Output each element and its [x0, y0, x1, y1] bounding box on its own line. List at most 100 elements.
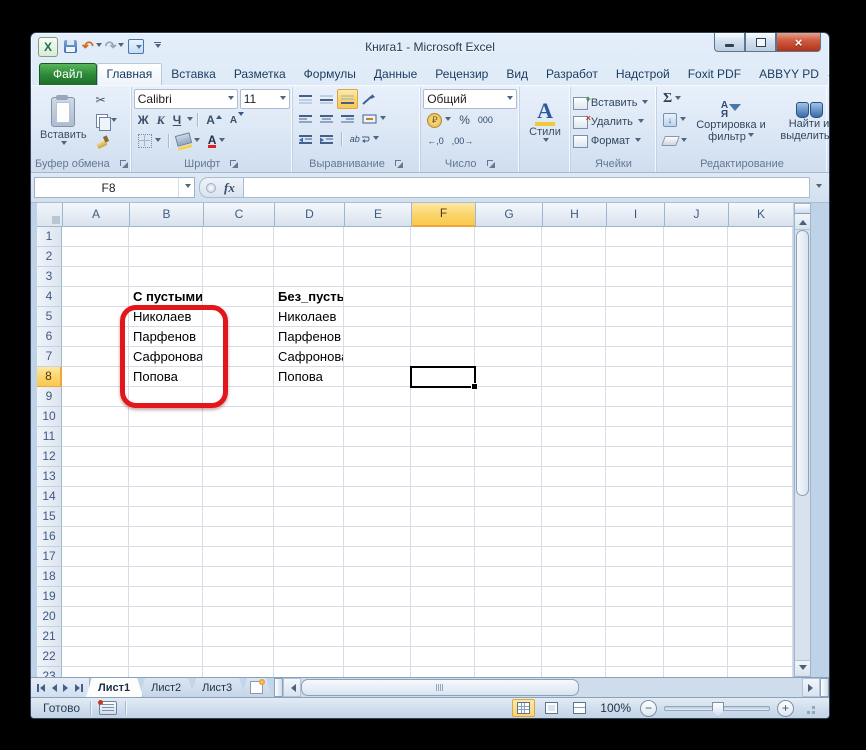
ribbon-tab-файл[interactable]: Файл	[39, 63, 97, 85]
align-middle-button[interactable]	[316, 89, 337, 109]
insert-sheet-tab[interactable]	[241, 678, 272, 697]
cell-I20[interactable]	[606, 607, 664, 627]
column-header-F[interactable]: F	[412, 203, 476, 227]
cell-B16[interactable]	[129, 527, 203, 547]
cell-K12[interactable]	[728, 447, 793, 467]
cell-J11[interactable]	[664, 427, 728, 447]
cell-I16[interactable]	[606, 527, 664, 547]
vertical-scroll-track[interactable]	[795, 496, 810, 660]
cell-B17[interactable]	[129, 547, 203, 567]
cell-G3[interactable]	[475, 267, 542, 287]
cell-K14[interactable]	[728, 487, 793, 507]
cell-I13[interactable]	[606, 467, 664, 487]
last-sheet-button[interactable]	[75, 683, 83, 692]
cell-G21[interactable]	[475, 627, 542, 647]
cell-D16[interactable]	[274, 527, 344, 547]
cell-G4[interactable]	[475, 287, 542, 307]
name-box-dropdown[interactable]	[178, 178, 194, 197]
sheet-tab-лист3[interactable]: Лист3	[190, 678, 245, 697]
ribbon-tab-рецензир[interactable]: Рецензир	[426, 64, 497, 85]
scroll-right-button[interactable]	[802, 678, 820, 697]
cell-D9[interactable]	[274, 387, 344, 407]
font-color-button[interactable]: А	[204, 131, 230, 151]
cell-D6[interactable]: Парфенов	[274, 327, 344, 347]
cell-I12[interactable]	[606, 447, 664, 467]
cell-I15[interactable]	[606, 507, 664, 527]
alignment-dialog-launcher[interactable]	[394, 159, 404, 169]
cell-J23[interactable]	[664, 667, 728, 677]
prev-sheet-button[interactable]	[51, 683, 57, 692]
cell-J9[interactable]	[664, 387, 728, 407]
cell-F2[interactable]	[411, 247, 475, 267]
cell-D11[interactable]	[274, 427, 344, 447]
cell-B11[interactable]	[129, 427, 203, 447]
cell-I1[interactable]	[606, 227, 664, 247]
row-header-10[interactable]: 10	[37, 407, 62, 427]
align-bottom-button[interactable]	[336, 89, 358, 109]
cell-K13[interactable]	[728, 467, 793, 487]
cell-H22[interactable]	[542, 647, 606, 667]
cell-F16[interactable]	[411, 527, 475, 547]
cell-I8[interactable]	[606, 367, 664, 387]
cell-A17[interactable]	[62, 547, 129, 567]
paste-button[interactable]: Вставить	[35, 88, 92, 156]
orientation-button[interactable]	[358, 89, 379, 109]
cell-K21[interactable]	[728, 627, 793, 647]
cell-B13[interactable]	[129, 467, 203, 487]
cut-button[interactable]: ✂	[92, 90, 121, 110]
row-header-23[interactable]: 23	[37, 667, 62, 677]
cell-E2[interactable]	[344, 247, 411, 267]
ribbon-tab-надстрой[interactable]: Надстрой	[607, 64, 679, 85]
select-all-corner[interactable]	[37, 203, 63, 227]
macro-record-icon[interactable]	[98, 700, 118, 715]
normal-view-button[interactable]	[512, 699, 536, 717]
cell-H16[interactable]	[542, 527, 606, 547]
column-header-B[interactable]: B	[130, 203, 204, 227]
row-header-15[interactable]: 15	[37, 507, 62, 527]
column-header-D[interactable]: D	[275, 203, 345, 227]
collapse-ribbon-icon[interactable]	[827, 67, 829, 76]
cell-C20[interactable]	[203, 607, 274, 627]
clear-button[interactable]	[659, 131, 691, 151]
cell-K6[interactable]	[728, 327, 793, 347]
cell-F6[interactable]	[411, 327, 475, 347]
cell-E19[interactable]	[344, 587, 411, 607]
cell-D10[interactable]	[274, 407, 344, 427]
cell-J21[interactable]	[664, 627, 728, 647]
cell-G14[interactable]	[475, 487, 542, 507]
cell-D22[interactable]	[274, 647, 344, 667]
cell-E13[interactable]	[344, 467, 411, 487]
underline-button[interactable]: Ч	[169, 110, 185, 130]
ribbon-tab-abbyy-pd[interactable]: ABBYY PD	[750, 64, 828, 85]
cell-J15[interactable]	[664, 507, 728, 527]
cell-F19[interactable]	[411, 587, 475, 607]
cell-I17[interactable]	[606, 547, 664, 567]
cell-F5[interactable]	[411, 307, 475, 327]
decrease-indent-button[interactable]	[295, 129, 316, 149]
cell-H7[interactable]	[542, 347, 606, 367]
cell-B23[interactable]	[129, 667, 203, 677]
cell-I22[interactable]	[606, 647, 664, 667]
cell-G9[interactable]	[475, 387, 542, 407]
cell-E20[interactable]	[344, 607, 411, 627]
active-cell-selection[interactable]	[410, 366, 478, 390]
font-size-combo[interactable]: 11	[239, 89, 290, 109]
cell-J12[interactable]	[664, 447, 728, 467]
cell-C4[interactable]	[203, 287, 274, 307]
scroll-up-button[interactable]	[795, 214, 810, 230]
row-header-22[interactable]: 22	[37, 647, 62, 667]
comma-style-button[interactable]: 000	[474, 110, 497, 130]
cell-G2[interactable]	[475, 247, 542, 267]
page-break-view-button[interactable]	[568, 699, 591, 717]
cell-I14[interactable]	[606, 487, 664, 507]
cell-I11[interactable]	[606, 427, 664, 447]
cell-F10[interactable]	[411, 407, 475, 427]
cell-D8[interactable]: Попова	[274, 367, 344, 387]
cell-C15[interactable]	[203, 507, 274, 527]
cell-E4[interactable]	[344, 287, 411, 307]
cell-E1[interactable]	[344, 227, 411, 247]
cell-C13[interactable]	[203, 467, 274, 487]
cell-H18[interactable]	[542, 567, 606, 587]
align-left-button[interactable]	[295, 109, 316, 129]
cell-K3[interactable]	[728, 267, 793, 287]
